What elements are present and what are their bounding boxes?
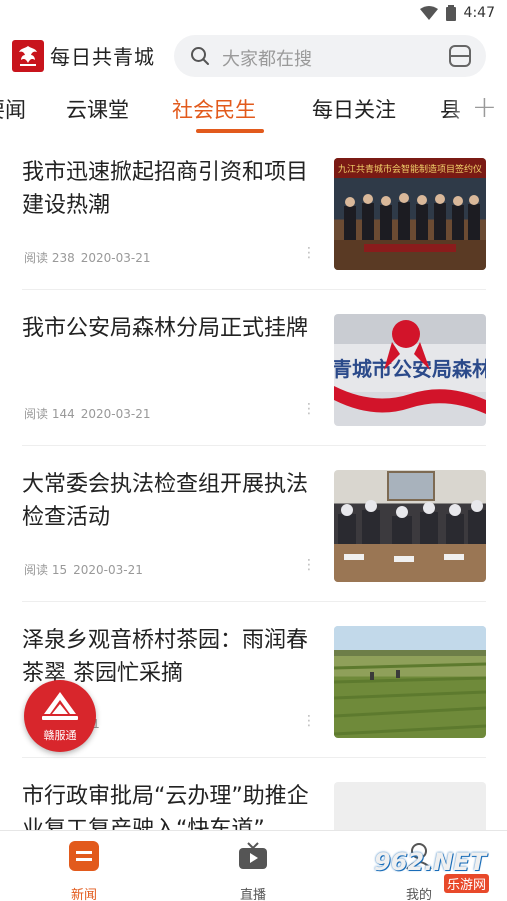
status-bar: 4:47	[0, 0, 507, 28]
battery-icon	[445, 5, 456, 21]
news-reads: 阅读 15	[24, 563, 68, 577]
news-reads: 阅读 144	[24, 407, 75, 421]
nav-live[interactable]: 直播	[208, 841, 298, 901]
tabs-fade	[451, 84, 471, 134]
search-icon	[191, 47, 209, 65]
news-thumbnail	[334, 470, 486, 582]
news-title: 大常委会执法检查组开展执法检查活动	[22, 472, 309, 530]
news-title: 我市迅速掀起招商引资和项目建设热潮	[22, 160, 309, 218]
tab-cloud-class[interactable]: 云课堂	[66, 94, 129, 124]
wifi-icon	[419, 6, 438, 20]
scan-icon[interactable]	[448, 44, 472, 68]
news-title: 市行政审批局“云办理”助推企业复工复产驶入“快车道”	[22, 784, 309, 830]
news-meta: 阅读 144 2020-03-21	[24, 405, 150, 422]
news-meta: 阅读 238 2020-03-21	[24, 249, 150, 266]
news-item[interactable]: 我市公安局森林分局正式挂牌 阅读 144 2020-03-21 ⋮ 青城市公安局森…	[0, 290, 507, 446]
app-title: 每日共青城	[50, 45, 155, 69]
search-placeholder: 大家都在搜	[222, 49, 312, 70]
watermark-sub: 乐游网	[444, 874, 490, 893]
category-tabs: 要闻 云课堂 社会民生 每日关注 县 +	[0, 84, 507, 134]
news-item[interactable]: 我市迅速掀起招商引资和项目建设热潮 阅读 238 2020-03-21 ⋮ 九江共…	[0, 134, 507, 290]
site-watermark: 962.NET 乐游网	[368, 842, 502, 896]
active-tab-indicator	[196, 129, 264, 133]
news-date: 2020-03-21	[80, 407, 151, 421]
tv-icon	[239, 842, 267, 869]
tab-social-livelihood[interactable]: 社会民生	[172, 94, 256, 124]
news-item[interactable]: 市行政审批局“云办理”助推企业复工复产驶入“快车道”	[0, 758, 507, 830]
more-options-icon[interactable]: ⋮	[302, 402, 316, 416]
gan-fu-tong-icon	[42, 692, 78, 720]
tab-daily-focus[interactable]: 每日关注	[312, 94, 396, 124]
more-options-icon[interactable]: ⋮	[302, 714, 316, 728]
news-item[interactable]: 大常委会执法检查组开展执法检查活动 阅读 15 2020-03-21 ⋮	[0, 446, 507, 602]
news-thumbnail	[334, 782, 486, 830]
app-logo	[12, 40, 44, 72]
news-date: 2020-03-21	[80, 251, 151, 265]
news-date: 2020-03-21	[73, 563, 143, 577]
tab-news[interactable]: 要闻	[0, 94, 26, 124]
watermark-main: 962.NET	[374, 848, 487, 876]
search-box[interactable]: 大家都在搜	[174, 35, 486, 77]
more-options-icon[interactable]: ⋮	[302, 558, 316, 572]
fab-label: 赣服通	[43, 729, 77, 742]
nav-news[interactable]: 新闻	[39, 841, 129, 901]
nav-label: 直播	[239, 888, 266, 901]
news-thumbnail: 青城市公安局森林	[334, 314, 486, 426]
status-time: 4:47	[463, 5, 495, 21]
thumb-banner-text: 九江共青城市会智能制造项目签约仪	[338, 163, 482, 175]
thumb-sign-text: 青城市公安局森林	[334, 357, 486, 381]
news-thumbnail: 九江共青城市会智能制造项目签约仪	[334, 158, 486, 270]
news-thumbnail	[334, 626, 486, 738]
news-reads: 阅读 238	[24, 251, 75, 265]
app-header: 每日共青城 大家都在搜	[0, 28, 507, 84]
news-title: 我市公安局森林分局正式挂牌	[22, 316, 309, 341]
news-meta: 阅读 15 2020-03-21	[24, 561, 143, 578]
more-options-icon[interactable]: ⋮	[302, 246, 316, 260]
news-tab-icon	[69, 841, 99, 871]
nav-label: 新闻	[70, 888, 97, 901]
logo-emblem-icon	[19, 46, 37, 66]
add-channel-icon[interactable]: +	[472, 90, 497, 125]
status-icons: 4:47	[419, 5, 495, 21]
gan-fu-tong-button[interactable]: 赣服通	[24, 680, 96, 752]
